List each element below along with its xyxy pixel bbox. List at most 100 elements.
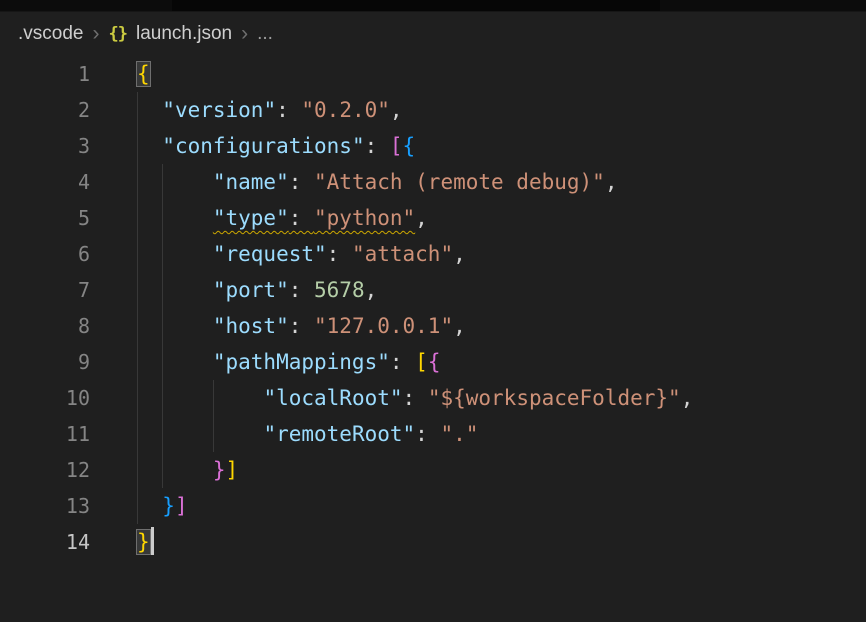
code-line-content: {	[90, 56, 866, 92]
indent-guide	[162, 164, 163, 200]
breadcrumb-file[interactable]: launch.json	[136, 23, 232, 45]
breadcrumb: .vscode › {} launch.json › ...	[0, 12, 866, 55]
json-file-icon: {}	[108, 24, 126, 44]
code-line[interactable]: 4 "name": "Attach (remote debug)",	[0, 164, 866, 200]
indent-guide	[137, 272, 138, 308]
line-number: 13	[0, 488, 90, 524]
code-token: "type"	[213, 206, 289, 230]
indent-guide	[137, 128, 138, 164]
line-number: 4	[0, 164, 90, 200]
code-token: ,	[390, 98, 403, 122]
code-token: "configurations"	[162, 134, 364, 158]
indent-guide	[137, 488, 138, 524]
code-line-content: "version": "0.2.0",	[90, 92, 866, 128]
code-token: :	[390, 350, 415, 374]
code-token: "127.0.0.1"	[314, 314, 453, 338]
code-line-content: "configurations": [{	[90, 128, 866, 164]
code-token: "localRoot"	[263, 386, 402, 410]
code-token: [	[390, 134, 403, 158]
code-token: "name"	[213, 170, 289, 194]
code-token: "."	[440, 422, 478, 446]
breadcrumb-folder[interactable]: .vscode	[18, 23, 83, 45]
code-token	[137, 242, 213, 266]
code-line[interactable]: 6 "request": "attach",	[0, 236, 866, 272]
line-number: 10	[0, 380, 90, 416]
code-token: }	[162, 494, 175, 518]
code-line[interactable]: 13 }]	[0, 488, 866, 524]
code-line[interactable]: 10 "localRoot": "${workspaceFolder}",	[0, 380, 866, 416]
code-token: "0.2.0"	[301, 98, 390, 122]
vscode-editor-window: .vscode › {} launch.json › ... 1{2 "vers…	[0, 0, 866, 622]
code-line[interactable]: 11 "remoteRoot": "."	[0, 416, 866, 452]
indent-guide	[137, 308, 138, 344]
line-number: 11	[0, 416, 90, 452]
code-line-content: "host": "127.0.0.1",	[90, 308, 866, 344]
code-line[interactable]: 2 "version": "0.2.0",	[0, 92, 866, 128]
code-line[interactable]: 3 "configurations": [{	[0, 128, 866, 164]
code-token: }	[213, 458, 226, 482]
indent-guide	[137, 452, 138, 488]
line-number: 7	[0, 272, 90, 308]
code-token	[137, 134, 162, 158]
line-number: 9	[0, 344, 90, 380]
code-line[interactable]: 8 "host": "127.0.0.1",	[0, 308, 866, 344]
code-line-content: "port": 5678,	[90, 272, 866, 308]
code-line-content: "localRoot": "${workspaceFolder}",	[90, 380, 866, 416]
code-line-content: "name": "Attach (remote debug)",	[90, 164, 866, 200]
code-line-content: }	[90, 524, 866, 560]
code-token: "host"	[213, 314, 289, 338]
code-token: }	[137, 530, 150, 554]
code-token: {	[403, 134, 416, 158]
code-line[interactable]: 12 }]	[0, 452, 866, 488]
line-number: 1	[0, 56, 90, 92]
code-token	[137, 422, 263, 446]
line-number: 2	[0, 92, 90, 128]
chevron-right-icon: ›	[241, 23, 248, 44]
code-line[interactable]: 1{	[0, 56, 866, 92]
line-number: 6	[0, 236, 90, 272]
code-token: :	[289, 314, 314, 338]
breadcrumb-more[interactable]: ...	[257, 23, 273, 45]
code-token	[137, 170, 213, 194]
indent-guide	[162, 308, 163, 344]
indent-guide	[137, 92, 138, 128]
code-token	[137, 350, 213, 374]
indent-guide	[137, 380, 138, 416]
line-number: 5	[0, 200, 90, 236]
indent-guide	[162, 416, 163, 452]
indent-guide	[213, 380, 214, 416]
code-token: ,	[453, 314, 466, 338]
code-token: "remoteRoot"	[263, 422, 415, 446]
code-line-content: "remoteRoot": "."	[90, 416, 866, 452]
indent-guide	[162, 236, 163, 272]
code-token: "pathMappings"	[213, 350, 390, 374]
code-area[interactable]: 1{2 "version": "0.2.0",3 "configurations…	[0, 55, 866, 622]
chevron-right-icon: ›	[92, 23, 99, 44]
code-token: "request"	[213, 242, 327, 266]
code-line-content: }]	[90, 452, 866, 488]
code-token: "${workspaceFolder}"	[428, 386, 681, 410]
code-token: "version"	[162, 98, 276, 122]
line-number: 8	[0, 308, 90, 344]
code-line[interactable]: 7 "port": 5678,	[0, 272, 866, 308]
code-token: "attach"	[352, 242, 453, 266]
indent-guide	[162, 380, 163, 416]
code-token: ]	[175, 494, 188, 518]
code-line[interactable]: 5 "type": "python",	[0, 200, 866, 236]
code-token: :	[327, 242, 352, 266]
code-token: :	[415, 422, 440, 446]
code-token: :	[403, 386, 428, 410]
tab-bar-strip	[0, 0, 866, 12]
indent-guide	[162, 452, 163, 488]
indent-guide	[162, 344, 163, 380]
line-number: 3	[0, 128, 90, 164]
code-token	[137, 314, 213, 338]
code-line-content: }]	[90, 488, 866, 524]
indent-guide	[213, 416, 214, 452]
code-token: ,	[365, 278, 378, 302]
code-line[interactable]: 9 "pathMappings": [{	[0, 344, 866, 380]
code-line[interactable]: 14}	[0, 524, 866, 560]
indent-guide	[162, 200, 163, 236]
code-token	[137, 206, 213, 230]
code-line-content: "pathMappings": [{	[90, 344, 866, 380]
